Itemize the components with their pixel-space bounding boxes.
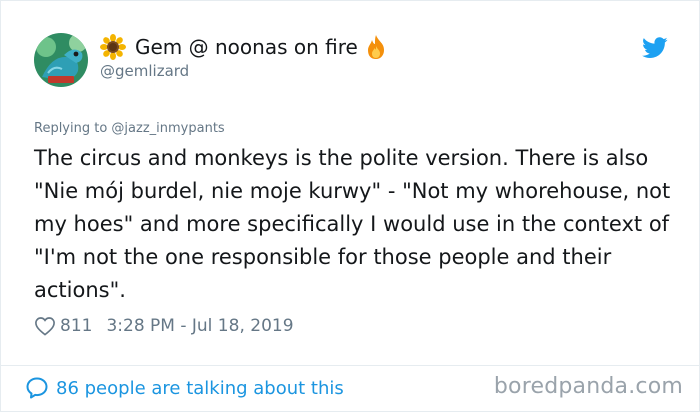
speech-bubble-icon [25, 376, 49, 400]
people-talking-text[interactable]: 86 people are talking about this [56, 378, 344, 399]
sunflower-icon [100, 34, 126, 60]
tweet-card: Gem @ noonas on fire @gemlizard Replying… [0, 0, 700, 412]
fire-icon [364, 34, 390, 60]
lizard-avatar-icon [34, 33, 88, 87]
avatar[interactable] [34, 33, 88, 87]
like-count[interactable]: 811 [60, 316, 92, 336]
replying-to-context[interactable]: Replying to @jazz_inmypants [34, 121, 225, 136]
tweet-timestamp[interactable]: 3:28 PM - Jul 18, 2019 [106, 316, 293, 336]
footer-divider [1, 365, 699, 366]
author-handle[interactable]: @gemlizard [100, 62, 189, 80]
author-name-line[interactable]: Gem @ noonas on fire [100, 33, 390, 61]
author-display-name[interactable]: Gem @ noonas on fire [135, 35, 358, 59]
twitter-bird-icon[interactable] [642, 37, 668, 59]
tweet-meta: 811 3:28 PM - Jul 18, 2019 [34, 313, 294, 339]
people-talking-link[interactable]: 86 people are talking about this [25, 374, 344, 402]
tweet-text: The circus and monkeys is the polite ver… [34, 146, 671, 302]
heart-icon[interactable] [34, 316, 56, 336]
boredpanda-watermark: boredpanda.com [493, 374, 683, 399]
